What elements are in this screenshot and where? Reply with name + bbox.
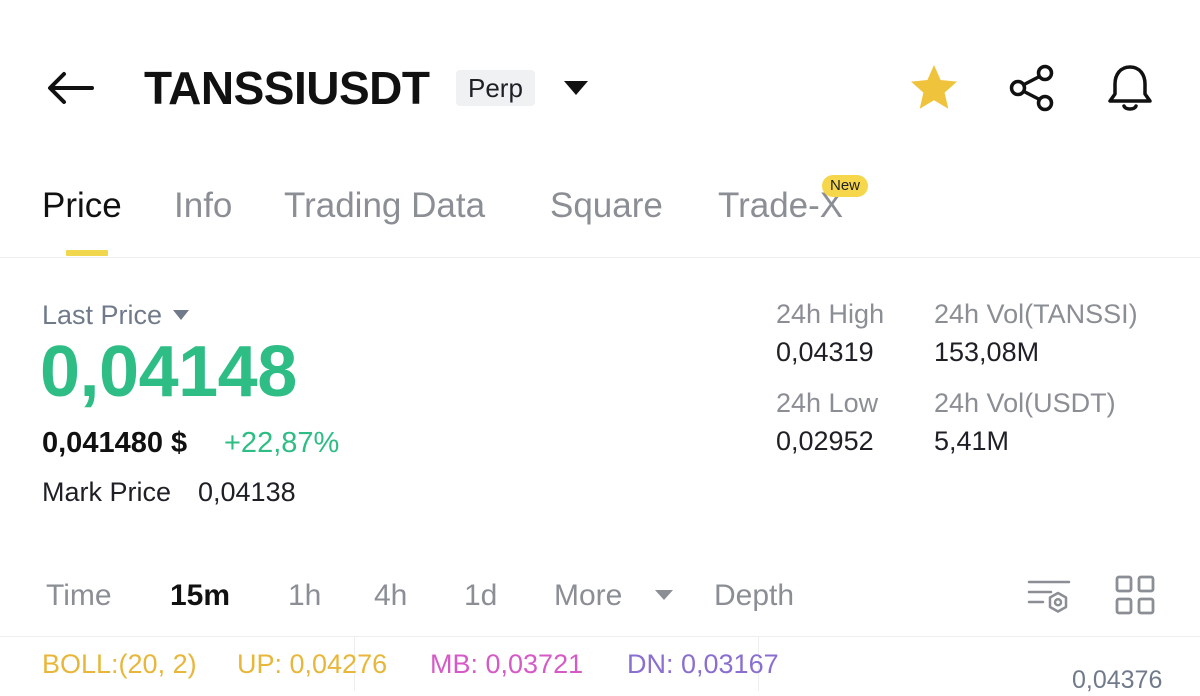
star-icon	[911, 65, 957, 109]
mark-price-value: 0,04138	[198, 477, 296, 507]
symbol-dropdown[interactable]	[560, 70, 592, 106]
new-badge: New	[822, 175, 869, 197]
vol-quote-label: 24h Vol(USDT)	[934, 388, 1116, 418]
active-tab-indicator	[66, 250, 108, 256]
last-price-selector[interactable]: Last Price	[42, 298, 190, 332]
tab-square[interactable]: Square	[550, 184, 663, 228]
boll-dn-value: DN: 0,03167	[627, 649, 779, 679]
layout-button[interactable]	[1112, 572, 1158, 618]
vol-quote-value: 5,41M	[934, 426, 1010, 456]
alert-button[interactable]	[1102, 60, 1158, 116]
interval-1h[interactable]: 1h	[288, 577, 321, 615]
indicator-settings-icon	[1027, 580, 1071, 613]
contract-type-badge: Perp	[456, 70, 535, 106]
vol-base-label: 24h Vol(TANSSI)	[934, 299, 1138, 329]
interval-4h[interactable]: 4h	[374, 577, 407, 615]
caret-down-icon	[173, 310, 190, 320]
bell-icon	[1108, 65, 1152, 111]
boll-mb-value: MB: 0,03721	[430, 649, 584, 679]
high-24h-label: 24h High	[776, 299, 885, 329]
chart-settings-button[interactable]	[1026, 574, 1072, 618]
back-button[interactable]	[40, 62, 100, 114]
chart-top-divider	[0, 636, 1200, 637]
interval-time[interactable]: Time	[46, 577, 112, 615]
tab-price[interactable]: Price	[42, 184, 122, 228]
low-24h-label: 24h Low	[776, 388, 879, 418]
interval-15m[interactable]: 15m	[170, 577, 230, 615]
low-24h-value: 0,02952	[776, 426, 874, 456]
favorite-button[interactable]	[906, 60, 962, 116]
last-price-value: 0,04148	[40, 332, 297, 412]
interval-1d[interactable]: 1d	[464, 577, 497, 615]
boll-up-value: UP: 0,04276	[237, 649, 388, 679]
high-24h-value: 0,04319	[776, 337, 874, 367]
chevron-down-icon	[564, 81, 588, 95]
caret-down-icon	[655, 590, 673, 600]
price-change-percent: +22,87%	[224, 427, 340, 459]
price-axis-value: 0,04376	[1072, 666, 1163, 694]
last-price-label: Last Price	[42, 300, 163, 330]
symbol-title[interactable]: TANSSIUSDT	[144, 60, 430, 116]
more-dropdown[interactable]	[652, 583, 676, 607]
grid-icon	[1115, 575, 1155, 615]
share-button[interactable]	[1004, 60, 1060, 116]
boll-label: BOLL:(20, 2)	[42, 649, 197, 679]
usd-price: 0,041480 $	[42, 427, 188, 459]
mark-price-label: Mark Price	[42, 477, 172, 507]
depth-tab[interactable]: Depth	[714, 577, 794, 615]
tab-info[interactable]: Info	[174, 184, 232, 228]
share-icon	[1009, 64, 1054, 112]
vol-base-value: 153,08M	[934, 337, 1040, 367]
tab-trading-data[interactable]: Trading Data	[284, 184, 485, 228]
tab-divider	[0, 257, 1200, 258]
interval-more[interactable]: More	[554, 577, 622, 615]
back-arrow-icon	[48, 72, 94, 104]
